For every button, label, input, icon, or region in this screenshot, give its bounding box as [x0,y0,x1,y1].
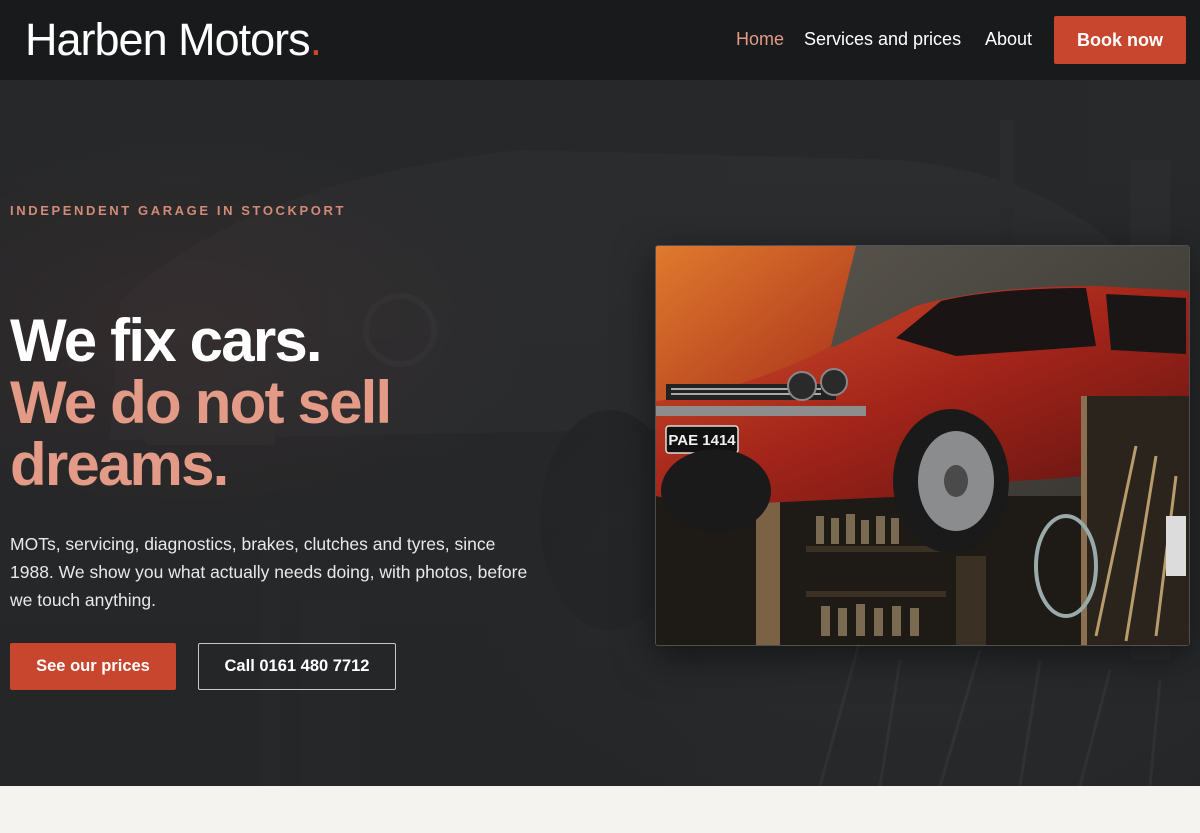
headline-line-1: We fix cars. [10,307,323,374]
top-navbar: Harben Motors. Home Services and prices … [0,0,1200,80]
see-prices-button[interactable]: See our prices [10,643,176,690]
book-now-button[interactable]: Book now [1054,16,1186,64]
hero-description: MOTs, servicing, diagnostics, brakes, cl… [10,534,528,610]
nav-about[interactable]: About [985,29,1032,50]
hero-eyebrow: INDEPENDENT GARAGE IN STOCKPORT [10,203,347,218]
brand-logo[interactable]: Harben Motors. [25,14,322,66]
headline-line-2: We do not sell dreams. [10,369,392,498]
car-on-lift-image: PAE 1414 [656,246,1189,645]
brand-logo-dot: . [309,14,322,65]
next-section [0,786,1200,833]
call-phone-button[interactable]: Call 0161 480 7712 [198,643,396,690]
nav-home[interactable]: Home [736,29,784,50]
number-plate-text: PAE 1414 [668,432,736,449]
hero-headline: We fix cars. We do not sell dreams. [10,310,570,496]
brand-name: Harben Motors [25,14,311,65]
nav-services-and-prices[interactable]: Services and prices [804,29,961,50]
hero-photo: PAE 1414 [655,245,1190,646]
hero-section: Harben Motors. Home Services and prices … [0,0,1200,786]
